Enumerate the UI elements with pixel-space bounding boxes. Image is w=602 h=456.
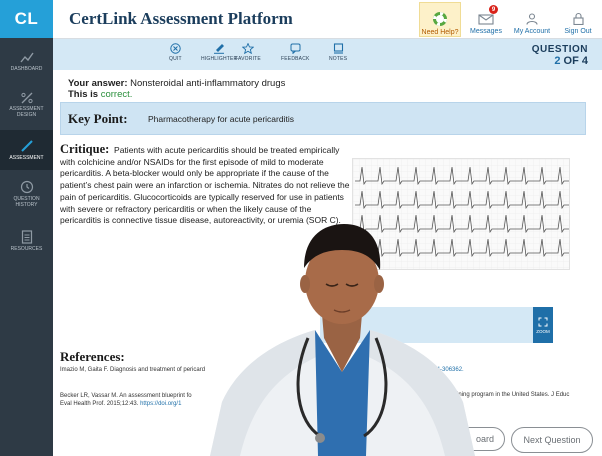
feedback-button[interactable]: FEEDBACK bbox=[281, 43, 310, 62]
key-point-label: Key Point: bbox=[68, 111, 128, 126]
sidebar-item-assessment[interactable]: ASSESSMENT bbox=[0, 130, 53, 170]
sidebar-item-question-history[interactable]: QUESTION HISTORY bbox=[0, 180, 53, 220]
notes-button[interactable]: NOTES bbox=[329, 43, 347, 62]
app-title: CertLink Assessment Platform bbox=[69, 9, 293, 28]
messages-label: Messages bbox=[470, 28, 502, 35]
history-icon bbox=[20, 180, 33, 194]
answer-status-prefix: This is bbox=[68, 89, 99, 100]
quit-button[interactable]: QUIT bbox=[169, 43, 182, 62]
app-logo[interactable]: CL bbox=[0, 0, 53, 38]
answer-prefix: Your answer: bbox=[68, 78, 128, 89]
answer-value: Nonsteroidal anti-inflammatory drugs bbox=[130, 78, 286, 89]
reference-2-text: Becker LR, Vassar M. An assessment bluep… bbox=[60, 393, 192, 399]
sidebar-item-resources[interactable]: RESOURCES bbox=[0, 230, 53, 262]
question-toolbar: QUIT HIGHLIGHTER FAVORITE FEEDBACK NOTES… bbox=[53, 39, 602, 70]
sidebar-item-label: RESOURCES bbox=[10, 246, 43, 252]
messages-button[interactable]: 9 Messages bbox=[466, 3, 506, 35]
document-icon bbox=[21, 230, 32, 244]
need-help-button[interactable]: Need Help? bbox=[419, 2, 461, 37]
reference-1: Imazio M, Gaita F. Diagnosis and treatme… bbox=[60, 367, 206, 373]
star-icon bbox=[241, 43, 254, 54]
messages-count-badge: 9 bbox=[489, 5, 498, 14]
close-circle-icon bbox=[170, 43, 181, 54]
favorite-label: FAVORITE bbox=[235, 56, 261, 62]
reference-2: Becker LR, Vassar M. An assessment bluep… bbox=[60, 392, 232, 408]
percent-icon bbox=[20, 92, 33, 104]
envelope-icon bbox=[478, 14, 494, 25]
answer-status: correct. bbox=[100, 89, 133, 100]
my-account-label: My Account bbox=[513, 28, 551, 35]
highlighter-label: HIGHLIGHTER bbox=[201, 56, 238, 62]
question-current: 2 bbox=[554, 55, 561, 67]
key-point-box: Key Point: Pharmacotherapy for acute per… bbox=[60, 102, 586, 135]
sign-out-label: Sign Out bbox=[564, 28, 592, 35]
answer-summary: Your answer: Nonsteroidal anti-inflammat… bbox=[68, 78, 285, 100]
sidebar-item-dashboard[interactable]: DASHBOARD bbox=[0, 52, 53, 88]
zoom-label: ZOOM bbox=[536, 328, 550, 334]
sidebar-item-assessment-design[interactable]: ASSESSMENT DESIGN bbox=[0, 92, 53, 130]
sidebar-item-label: ASSESSMENT bbox=[9, 155, 44, 161]
sidebar-item-label: QUESTION HISTORY bbox=[13, 196, 40, 208]
references-title: References: bbox=[60, 349, 125, 364]
line-chart-icon bbox=[19, 52, 34, 63]
lifebuoy-icon bbox=[433, 12, 447, 26]
feedback-label: FEEDBACK bbox=[281, 56, 310, 62]
chat-icon bbox=[290, 43, 301, 54]
user-icon bbox=[526, 13, 538, 25]
question-number: 2 OF 4 bbox=[532, 55, 588, 67]
notes-label: NOTES bbox=[329, 56, 348, 62]
question-total: OF 4 bbox=[563, 55, 588, 67]
left-sidebar: CL DASHBOARD ASSESSMENT DESIGN ASSESSMEN… bbox=[0, 0, 53, 456]
expand-icon bbox=[538, 317, 548, 326]
next-question-button[interactable]: Next Question bbox=[511, 427, 593, 453]
favorite-button[interactable]: FAVORITE bbox=[235, 43, 261, 62]
doctor-photo bbox=[210, 224, 475, 456]
reference-2-journal: Eval Health Prof. 2015;12:43. bbox=[60, 401, 139, 407]
critique-section: Critique: Patients with acute pericardit… bbox=[60, 142, 352, 227]
highlighter-button[interactable]: HIGHLIGHTER bbox=[201, 43, 237, 62]
reference-2-link[interactable]: https://doi.org/1 bbox=[140, 401, 181, 407]
question-counter: QUESTION 2 OF 4 bbox=[532, 44, 588, 67]
sign-out-button[interactable]: Sign Out bbox=[559, 3, 597, 35]
critique-text: Patients with acute pericarditis should … bbox=[60, 145, 350, 226]
my-account-button[interactable]: My Account bbox=[509, 3, 555, 35]
key-point-text: Pharmacotherapy for acute pericarditis bbox=[148, 114, 294, 124]
lock-icon bbox=[572, 12, 584, 25]
need-help-label: Need Help? bbox=[421, 29, 459, 36]
quit-label: QUIT bbox=[169, 56, 182, 62]
question-word: QUESTION bbox=[531, 44, 588, 55]
highlighter-icon bbox=[214, 44, 225, 54]
sidebar-item-label: ASSESSMENT DESIGN bbox=[9, 106, 44, 118]
zoom-button[interactable]: ZOOM bbox=[533, 307, 553, 343]
top-header: CertLink Assessment Platform Need Help? … bbox=[53, 0, 602, 39]
notes-icon bbox=[333, 43, 343, 54]
sidebar-item-label: DASHBOARD bbox=[10, 66, 43, 72]
pencil-icon bbox=[20, 140, 33, 152]
critique-label: Critique: bbox=[60, 142, 110, 156]
